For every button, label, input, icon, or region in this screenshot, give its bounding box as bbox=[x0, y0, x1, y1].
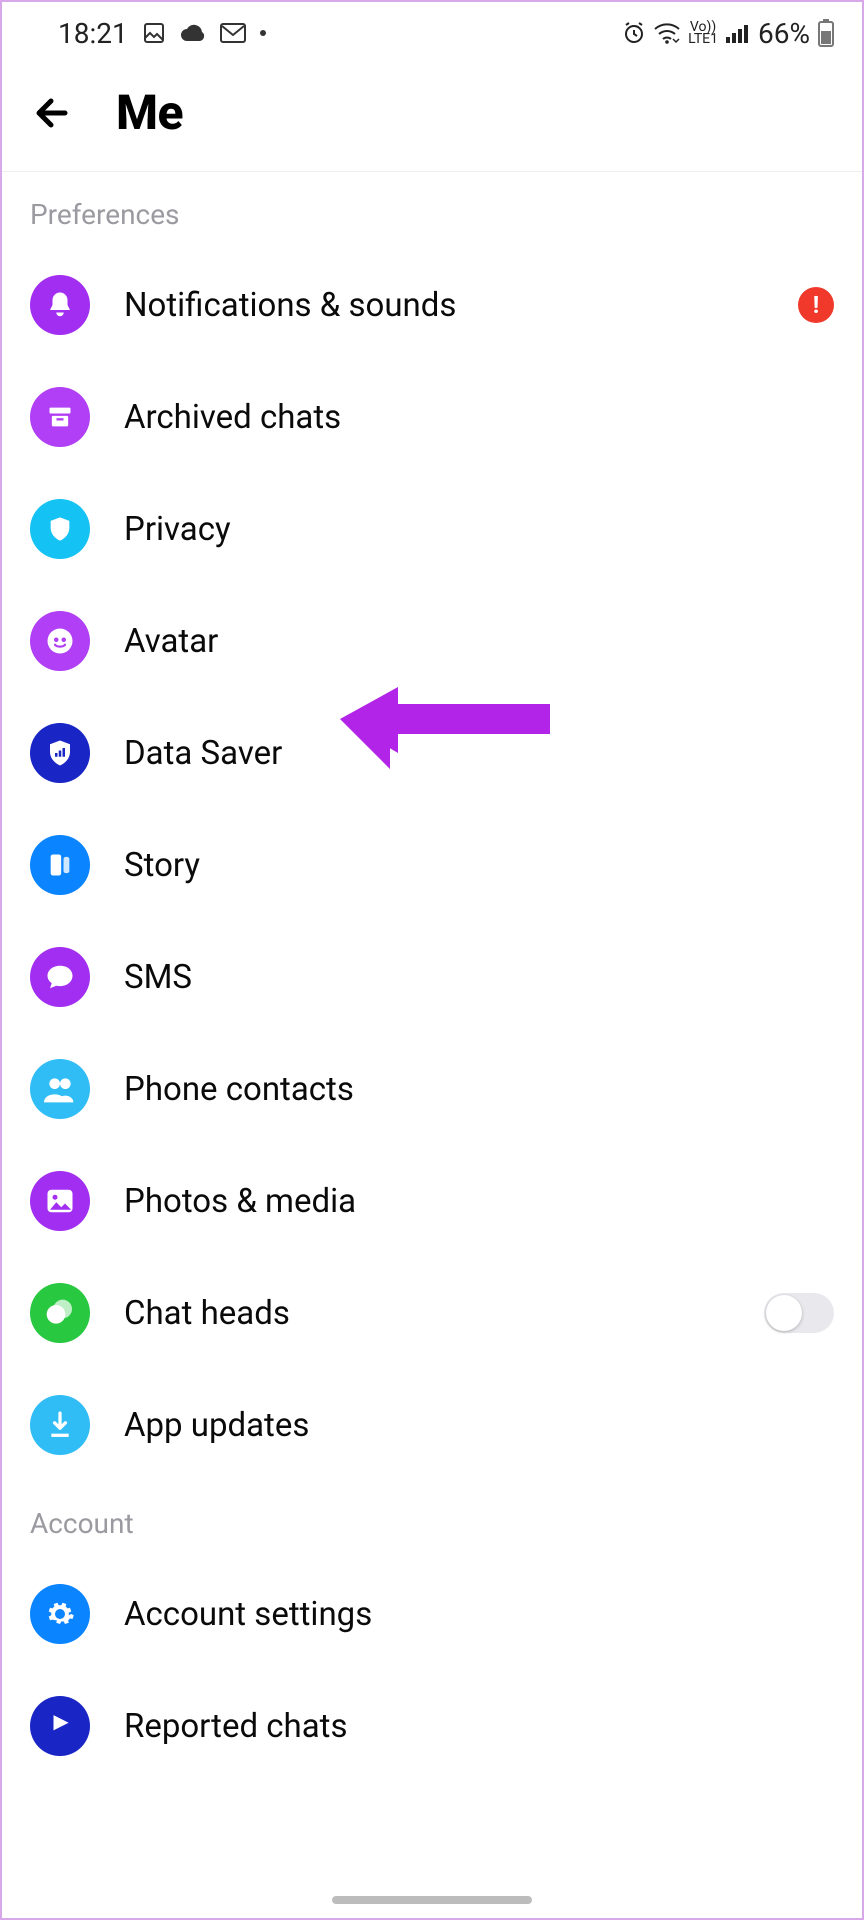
item-label: Data Saver bbox=[124, 734, 834, 773]
shield-icon bbox=[30, 499, 90, 559]
dot-icon bbox=[260, 30, 266, 36]
item-archived[interactable]: Archived chats bbox=[30, 361, 834, 473]
item-sms[interactable]: SMS bbox=[30, 921, 834, 1033]
preferences-list: Notifications & sounds ! Archived chats … bbox=[2, 249, 862, 1481]
item-reported-chats[interactable]: Reported chats bbox=[30, 1670, 834, 1782]
item-chat-heads[interactable]: Chat heads bbox=[30, 1257, 834, 1369]
item-label: Account settings bbox=[124, 1595, 834, 1634]
item-label: Story bbox=[124, 846, 834, 885]
clock: 18:21 bbox=[58, 17, 128, 50]
header: Me bbox=[2, 64, 862, 171]
item-phone-contacts[interactable]: Phone contacts bbox=[30, 1033, 834, 1145]
signal-icon bbox=[726, 23, 750, 43]
item-avatar[interactable]: Avatar bbox=[30, 585, 834, 697]
account-list: Account settings Reported chats bbox=[2, 1558, 862, 1782]
item-label: Reported chats bbox=[124, 1707, 834, 1746]
alert-badge-icon: ! bbox=[798, 287, 834, 323]
item-label: Chat heads bbox=[124, 1294, 730, 1333]
battery-pct: 66% bbox=[758, 17, 810, 50]
flag-icon bbox=[30, 1696, 90, 1756]
item-photos-media[interactable]: Photos & media bbox=[30, 1145, 834, 1257]
item-label: SMS bbox=[124, 958, 834, 997]
battery-icon bbox=[818, 19, 834, 47]
arrow-left-icon bbox=[33, 91, 77, 135]
avatar-icon bbox=[30, 611, 90, 671]
image-icon bbox=[142, 21, 166, 45]
item-data-saver[interactable]: Data Saver bbox=[30, 697, 834, 809]
download-icon bbox=[30, 1395, 90, 1455]
item-account-settings[interactable]: Account settings bbox=[30, 1558, 834, 1670]
gear-icon bbox=[30, 1584, 90, 1644]
item-story[interactable]: Story bbox=[30, 809, 834, 921]
alarm-icon bbox=[622, 21, 646, 45]
photo-icon bbox=[30, 1171, 90, 1231]
item-notifications[interactable]: Notifications & sounds ! bbox=[30, 249, 834, 361]
item-privacy[interactable]: Privacy bbox=[30, 473, 834, 585]
chat-heads-toggle[interactable] bbox=[764, 1293, 834, 1333]
item-label: Photos & media bbox=[124, 1182, 834, 1221]
wifi-icon bbox=[654, 22, 680, 44]
shield-bars-icon bbox=[30, 723, 90, 783]
section-label-account: Account bbox=[2, 1481, 862, 1558]
home-indicator[interactable] bbox=[332, 1896, 532, 1904]
section-label-preferences: Preferences bbox=[2, 172, 862, 249]
item-label: Phone contacts bbox=[124, 1070, 834, 1109]
item-label: Privacy bbox=[124, 510, 834, 549]
volte-icon: Vo))LTE1 bbox=[688, 21, 718, 45]
item-app-updates[interactable]: App updates bbox=[30, 1369, 834, 1481]
gmail-icon bbox=[220, 23, 246, 43]
chat-bubble-icon bbox=[30, 947, 90, 1007]
item-label: App updates bbox=[124, 1406, 834, 1445]
people-icon bbox=[30, 1059, 90, 1119]
item-label: Archived chats bbox=[124, 398, 834, 437]
bell-icon bbox=[30, 275, 90, 335]
status-bar: 18:21 Vo))LTE1 66% bbox=[2, 2, 862, 64]
cloud-icon bbox=[180, 23, 206, 43]
story-icon bbox=[30, 835, 90, 895]
page-title: Me bbox=[116, 84, 183, 141]
back-button[interactable] bbox=[30, 88, 80, 138]
item-label: Avatar bbox=[124, 622, 834, 661]
chat-heads-icon bbox=[30, 1283, 90, 1343]
item-label: Notifications & sounds bbox=[124, 286, 764, 325]
archive-icon bbox=[30, 387, 90, 447]
